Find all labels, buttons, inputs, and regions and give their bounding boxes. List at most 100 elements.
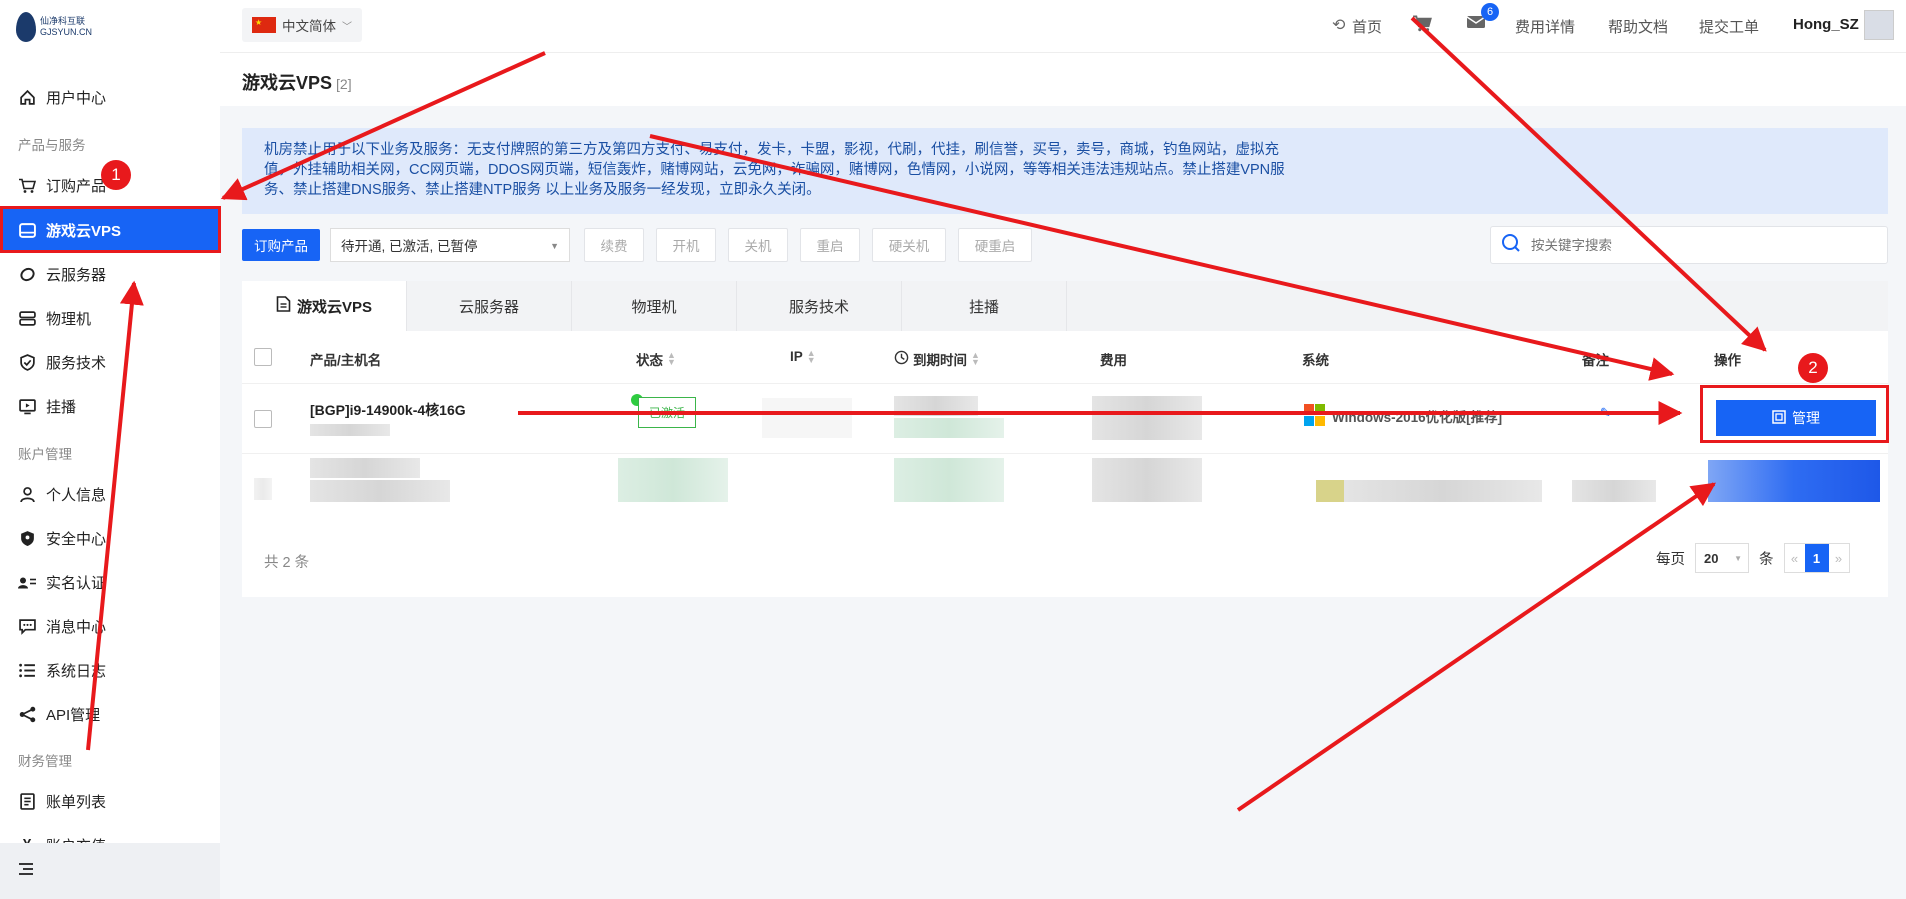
- username[interactable]: Hong_SZ: [1793, 16, 1859, 33]
- sidebar-item-label: 用户中心: [46, 89, 107, 107]
- caret-down-icon: ▼: [550, 241, 559, 251]
- ticket-link[interactable]: 提交工单: [1699, 16, 1759, 37]
- redacted-expire: [894, 396, 978, 416]
- product-card: 游戏云VPS 云服务器 物理机 服务技术 挂播 产品/主机名 状态 ▲ ▼ IP ▲ ▼…: [242, 281, 1888, 597]
- annotation-marker-1: 1: [101, 160, 131, 190]
- logo-domain: GJSYUN.CN: [40, 27, 93, 37]
- notice-banner: 机房禁止用于以下业务及服务：无支付牌照的第三方及第四方支付、易支付，发卡，卡盟，…: [242, 128, 1888, 214]
- yen-icon: ¥: [18, 835, 36, 844]
- tab-cloud-server[interactable]: 云服务器: [407, 281, 572, 331]
- annotation-box-sidebar: [0, 206, 221, 253]
- chevron-down-icon: ﹀: [342, 21, 352, 33]
- sidebar-item-recharge[interactable]: ¥ 账户充值: [0, 823, 220, 844]
- share-icon: [18, 705, 36, 723]
- page-title-text: 游戏云VPS: [242, 73, 333, 93]
- help-link[interactable]: 帮助文档: [1608, 16, 1668, 37]
- sidebar-item-security[interactable]: 安全中心: [0, 516, 220, 560]
- redacted-expire: [894, 458, 1004, 502]
- sidebar-item-label: 消息中心: [46, 618, 107, 636]
- redacted-expire-date: [894, 418, 1004, 438]
- tab-game-vps[interactable]: 游戏云VPS: [242, 281, 407, 331]
- shutdown-button[interactable]: 关机: [728, 228, 788, 262]
- sidebar-item-bills[interactable]: 账单列表: [0, 779, 220, 823]
- sidebar-item-syslog[interactable]: 系统日志: [0, 648, 220, 692]
- sidebar-item-label: 账户充值: [46, 835, 106, 843]
- tab-service-tech[interactable]: 服务技术: [737, 281, 902, 331]
- windows-icon: [1304, 404, 1326, 426]
- sidebar-item-realname[interactable]: 实名认证: [0, 560, 220, 604]
- chat-icon: [18, 617, 36, 635]
- message-count-badge: 6: [1481, 3, 1499, 21]
- sidebar-item-label: 服务技术: [46, 354, 107, 372]
- pagination: 每页 20 ▼ 条 « 1 »: [1656, 543, 1850, 573]
- table-row: [BGP]i9-14900k-4核16G 已激活 Windows-2016优化版…: [242, 383, 1888, 453]
- sidebar-collapse[interactable]: [0, 843, 220, 899]
- redacted-manage-button[interactable]: [1708, 460, 1880, 502]
- header-status-label: 状态: [636, 353, 663, 368]
- sidebar-item-physical[interactable]: 物理机: [0, 296, 220, 340]
- sidebar-section-finance: 财务管理: [18, 754, 72, 769]
- system-name: Windows-2016优化版[推荐]: [1332, 410, 1503, 425]
- sidebar-item-cloud-server[interactable]: 云服务器: [0, 252, 220, 296]
- hard-restart-button[interactable]: 硬重启: [958, 228, 1032, 262]
- page-size-select[interactable]: 20 ▼: [1695, 543, 1749, 573]
- page-size-value: 20: [1704, 550, 1719, 566]
- menu-collapse-icon: [18, 862, 34, 880]
- order-product-button[interactable]: 订购产品: [242, 229, 320, 261]
- tab-hang[interactable]: 挂播: [902, 281, 1067, 331]
- sidebar-item-label: API管理: [46, 706, 101, 724]
- status-filter-select[interactable]: 待开通, 已激活, 已暂停 ▼: [330, 228, 570, 262]
- page-1-button[interactable]: 1: [1804, 544, 1829, 572]
- language-select[interactable]: 中文简体 ﹀: [242, 8, 362, 42]
- renew-button[interactable]: 续费: [584, 228, 644, 262]
- id-card-icon: [18, 573, 36, 591]
- sidebar-item-label: 个人信息: [46, 486, 107, 504]
- tab-physical[interactable]: 物理机: [572, 281, 737, 331]
- sidebar-item-hang[interactable]: 挂播: [0, 384, 220, 428]
- select-all-checkbox[interactable]: [254, 348, 272, 366]
- shield-check-icon: [18, 353, 36, 371]
- redacted-checkbox: [254, 478, 272, 500]
- prev-page-button[interactable]: «: [1785, 544, 1805, 572]
- sidebar-item-label: 账单列表: [46, 793, 107, 811]
- start-button[interactable]: 开机: [656, 228, 716, 262]
- header-expire[interactable]: 到期时间 ▲ ▼: [894, 349, 980, 369]
- product-name[interactable]: [BGP]i9-14900k-4核16G: [310, 400, 466, 420]
- logo[interactable]: 仙净科互联 GJSYUN.CN: [16, 8, 106, 46]
- avatar[interactable]: [1864, 10, 1894, 40]
- sidebar-item-label: 订购产品: [46, 177, 107, 195]
- redacted-system: [1344, 480, 1542, 502]
- next-page-button[interactable]: »: [1829, 544, 1849, 572]
- header-system: 系统: [1302, 353, 1329, 368]
- table-row: [242, 453, 1888, 523]
- billing-link[interactable]: 费用详情: [1515, 16, 1575, 37]
- back-home-icon[interactable]: ⟲: [1332, 15, 1345, 35]
- redacted-os-icon: [1316, 480, 1344, 502]
- edit-icon[interactable]: ✎: [1600, 405, 1611, 421]
- server-rack-icon: [18, 309, 36, 327]
- clock-icon: [894, 350, 909, 368]
- header-remark: 备注: [1582, 353, 1609, 368]
- cart-icon[interactable]: [1412, 14, 1432, 37]
- restart-button[interactable]: 重启: [800, 228, 860, 262]
- header-ip[interactable]: IP ▲ ▼: [790, 348, 816, 364]
- page-buttons: « 1 »: [1783, 543, 1850, 573]
- sidebar-item-service-tech[interactable]: 服务技术: [0, 340, 220, 384]
- notice-text: 机房禁止用于以下业务及服务：无支付牌照的第三方及第四方支付、易支付，发卡，卡盟，…: [264, 142, 1285, 198]
- header-product: 产品/主机名: [310, 353, 382, 368]
- redacted-cost: [1092, 458, 1202, 502]
- search-input[interactable]: [1531, 237, 1861, 253]
- header-status[interactable]: 状态 ▲ ▼: [636, 349, 676, 369]
- sidebar-item-user-center[interactable]: 用户中心: [0, 75, 220, 119]
- row-checkbox[interactable]: [254, 410, 272, 428]
- sidebar-item-label: 安全中心: [46, 530, 107, 548]
- sidebar-item-personal-info[interactable]: 个人信息: [0, 472, 220, 516]
- sidebar-item-messages[interactable]: 消息中心: [0, 604, 220, 648]
- sidebar-item-api[interactable]: API管理: [0, 692, 220, 736]
- language-label: 中文简体: [282, 19, 336, 34]
- hard-shutdown-button[interactable]: 硬关机: [872, 228, 946, 262]
- home-link[interactable]: 首页: [1352, 16, 1382, 37]
- product-tabs: 游戏云VPS 云服务器 物理机 服务技术 挂播: [242, 281, 1888, 331]
- monitor-play-icon: [18, 397, 36, 415]
- annotation-box-manage: [1700, 385, 1889, 443]
